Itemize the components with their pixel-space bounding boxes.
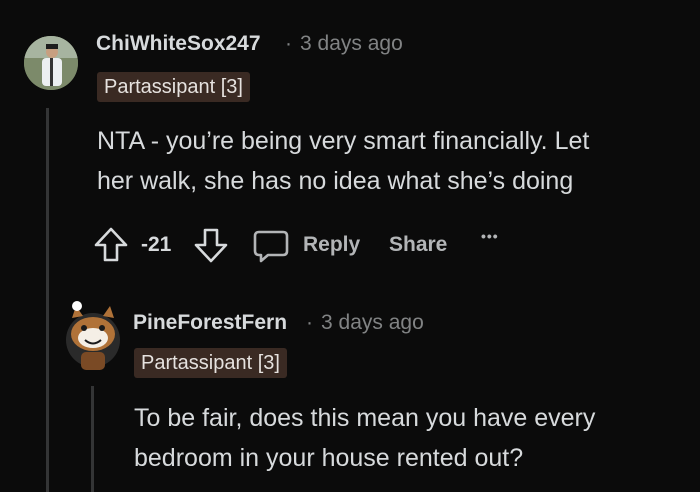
timestamp[interactable]: 3 days ago xyxy=(300,32,403,56)
arrow-up-icon xyxy=(94,227,128,262)
comment-line: To be fair, does this mean you have ever… xyxy=(134,404,596,432)
vote-score: -21 xyxy=(141,233,172,256)
speech-bubble-icon xyxy=(253,230,289,263)
arrow-down-icon xyxy=(194,228,228,263)
avatar[interactable] xyxy=(64,300,122,370)
reply-button[interactable]: Reply xyxy=(252,226,372,266)
snoo-avatar-icon xyxy=(66,301,120,370)
downvote-button[interactable] xyxy=(193,226,229,264)
thread-line[interactable] xyxy=(46,108,49,492)
comment-body: NTA - you’re being very smart financiall… xyxy=(97,121,687,201)
user-photo-icon xyxy=(24,36,78,90)
separator-dot: · xyxy=(306,311,313,334)
comment-body: To be fair, does this mean you have ever… xyxy=(134,398,694,478)
more-options-button[interactable]: ••• xyxy=(481,228,499,244)
username[interactable]: PineForestFern xyxy=(133,311,287,335)
comment-line: bedroom in your house rented out? xyxy=(134,444,524,472)
thread-line[interactable] xyxy=(91,386,94,492)
reply-label: Reply xyxy=(303,233,361,256)
comment-line: her walk, she has no idea what she’s doi… xyxy=(97,167,574,195)
upvote-button[interactable] xyxy=(93,226,129,264)
avatar[interactable] xyxy=(24,36,78,90)
username[interactable]: ChiWhiteSox247 xyxy=(96,32,261,56)
user-flair: Partassipant [3] xyxy=(97,72,250,102)
share-button[interactable]: Share xyxy=(389,233,447,257)
user-flair: Partassipant [3] xyxy=(134,348,287,378)
separator-dot: · xyxy=(285,32,292,55)
timestamp[interactable]: 3 days ago xyxy=(321,311,424,335)
comment-line: NTA - you’re being very smart financiall… xyxy=(97,127,590,155)
